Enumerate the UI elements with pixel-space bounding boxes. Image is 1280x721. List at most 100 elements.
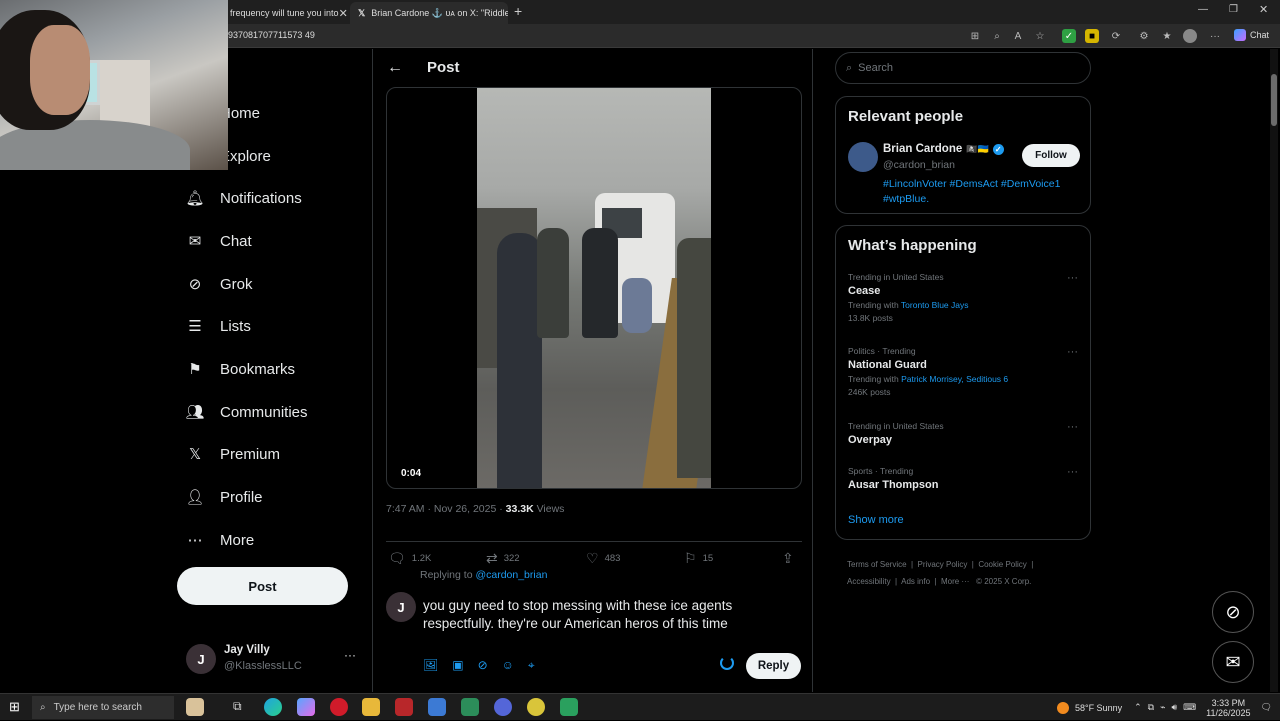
task-view-icon[interactable]: ⧉ <box>233 699 242 714</box>
profile-avatar-icon[interactable] <box>1183 29 1197 43</box>
nav-item-more[interactable]: ⋯ More <box>186 525 255 555</box>
nav-item-notifications[interactable]: 🔔︎ Notifications <box>185 183 301 213</box>
scrollbar-thumb[interactable] <box>1271 74 1277 126</box>
search-icon: ⌕ <box>846 61 853 74</box>
follow-button[interactable]: Follow <box>1022 144 1080 167</box>
person-bio[interactable]: #LincolnVoter #DemsAct #DemVoice1 #wtpBl… <box>883 177 1083 207</box>
show-more-link[interactable]: Show more <box>848 514 904 526</box>
x-icon: 𝕏 <box>188 446 202 463</box>
network-icon[interactable]: ⌁ <box>1160 702 1165 713</box>
post-button[interactable]: Post <box>177 567 348 605</box>
nav-item-grok[interactable]: ⊘ Grok <box>186 269 253 299</box>
video-frame <box>477 88 711 488</box>
more-dots-icon[interactable]: ··· <box>1067 346 1078 358</box>
browser-tab-active[interactable]: 𝕏 Brian Cardone ⚓ ᴜᴀ on X: "Riddle ✕ <box>350 2 508 24</box>
edge-app-icon[interactable] <box>264 698 282 716</box>
replying-to: Replying to @cardon_brian <box>420 569 548 581</box>
window-close-icon[interactable]: ✕ <box>1259 3 1268 16</box>
post-actions: 🗨︎ 1.2K ⇄ 322 ♡ 483 ⚐ 15 ⇪ <box>386 541 802 566</box>
meet-icon[interactable]: ⧉ <box>1148 702 1154 713</box>
trend-item[interactable]: Sports · Trending Ausar Thompson ··· <box>848 466 1078 491</box>
gif-icon[interactable]: ▣ <box>452 658 463 673</box>
repost-action[interactable]: ⇄ 322 <box>486 550 520 567</box>
bookmark-action[interactable]: ⚐ 15 <box>684 550 713 567</box>
weather-icon <box>1056 701 1069 714</box>
app-icon[interactable] <box>494 698 512 716</box>
taskbar-search-input[interactable]: ⌕ Type here to search <box>32 696 174 719</box>
extension-icon[interactable]: ■ <box>1085 29 1099 43</box>
search-input[interactable]: ⌕ Search <box>835 52 1091 84</box>
reply-textbox[interactable]: you guy need to stop messing with these … <box>423 597 793 633</box>
panel-title: Relevant people <box>848 108 964 125</box>
search-icon: ⌕ <box>40 702 46 713</box>
file-explorer-icon[interactable] <box>362 698 380 716</box>
opera-app-icon[interactable] <box>330 698 348 716</box>
avatar[interactable] <box>848 142 878 172</box>
weather-text[interactable]: 58°F Sunny <box>1075 703 1122 713</box>
copilot-app-icon[interactable] <box>297 698 315 716</box>
emoji-icon[interactable]: ☺ <box>502 658 514 673</box>
settings-more-icon[interactable]: ··· <box>1208 29 1222 43</box>
back-arrow-icon[interactable]: ← <box>387 59 403 77</box>
messages-float-button[interactable]: ✉ <box>1212 641 1254 683</box>
app-icon[interactable] <box>560 698 578 716</box>
read-aloud-icon[interactable]: A <box>1011 29 1025 43</box>
mail-icon: ✉ <box>1225 651 1241 672</box>
copilot-chat-button[interactable]: Chat <box>1234 29 1269 41</box>
app-icon[interactable] <box>428 698 446 716</box>
favorite-icon[interactable]: ☆ <box>1033 29 1047 43</box>
more-dots-icon[interactable]: ··· <box>1067 421 1078 433</box>
reply-action[interactable]: 🗨︎ 1.2K <box>388 550 431 567</box>
location-icon[interactable]: ⌖ <box>528 658 535 673</box>
trend-item[interactable]: Trending in United States Overpay ··· <box>848 421 1078 446</box>
trend-item[interactable]: Politics · Trending National Guard Trend… <box>848 346 1078 397</box>
windows-start-icon[interactable]: ⊞ <box>9 699 20 715</box>
grok-float-button[interactable]: ⊘ <box>1212 591 1254 633</box>
trend-item[interactable]: Trending in United States Cease Trending… <box>848 272 1078 323</box>
reply-button[interactable]: Reply <box>746 653 801 679</box>
verified-badge-icon: ✓ <box>992 143 1004 155</box>
grok-icon[interactable]: ⊘ <box>478 658 488 673</box>
grok-icon: ⊘ <box>1225 601 1241 622</box>
url-field[interactable]: 937081707711573 49 <box>228 30 315 40</box>
nav-item-chat[interactable]: ✉ Chat <box>186 226 252 256</box>
people-icon: 👥︎ <box>185 404 205 421</box>
nav-item-bookmarks[interactable]: ⚑ Bookmarks <box>186 354 295 384</box>
nav-item-communities[interactable]: 👥︎ Communities <box>185 397 307 427</box>
more-circle-icon: ⋯ <box>187 532 203 549</box>
extension-icon[interactable]: ✓ <box>1062 29 1076 43</box>
split-screen-icon[interactable]: ⊞ <box>968 29 982 43</box>
scrollbar[interactable] <box>1270 49 1278 692</box>
app-icon[interactable] <box>395 698 413 716</box>
account-switcher[interactable]: J Jay Villy @KlasslessLLC ··· <box>186 641 366 681</box>
chevron-up-icon[interactable]: ⌃ <box>1134 702 1142 713</box>
volume-icon[interactable]: 🔊︎ <box>1172 702 1178 713</box>
keyboard-icon[interactable]: ⌨ <box>1183 702 1196 713</box>
main-column: ← Post 0:04 7:47 AM · Nov 26, 2025 · 33.… <box>372 49 813 692</box>
minimize-icon[interactable]: — <box>1198 4 1208 15</box>
more-dots-icon[interactable]: ··· <box>1067 272 1078 284</box>
person-name-row[interactable]: Brian Cardone 🏴‍☠️🇺🇦 ✓ <box>883 143 1004 155</box>
app-icon[interactable] <box>527 698 545 716</box>
nav-item-premium[interactable]: 𝕏 Premium <box>186 439 280 469</box>
share-action[interactable]: ⇪ <box>782 550 794 567</box>
clock[interactable]: 3:33 PM 11/26/2025 <box>1206 698 1250 718</box>
maximize-icon[interactable]: ❐ <box>1229 4 1238 15</box>
browser-tab[interactable]: frequency will tune you into ✕ <box>222 2 350 24</box>
nav-item-profile[interactable]: 👤︎ Profile <box>185 482 262 512</box>
video-player[interactable]: 0:04 <box>386 87 802 489</box>
extension-icon[interactable]: ⟳ <box>1109 29 1123 43</box>
new-tab-icon[interactable]: + <box>514 3 522 19</box>
image-icon[interactable]: 🖼︎ <box>423 658 438 673</box>
extensions-icon[interactable]: ⚙ <box>1137 29 1151 43</box>
favorites-icon[interactable]: ★ <box>1160 29 1174 43</box>
nav-item-lists[interactable]: ☰ Lists <box>186 311 251 341</box>
cake-app-icon[interactable] <box>186 698 204 716</box>
replying-handle-link[interactable]: @cardon_brian <box>475 569 547 581</box>
notification-icon[interactable]: 🗨︎ <box>1261 702 1272 713</box>
close-tab-icon[interactable]: ✕ <box>339 7 348 20</box>
app-icon[interactable] <box>461 698 479 716</box>
like-action[interactable]: ♡ 483 <box>586 550 620 567</box>
more-dots-icon[interactable]: ··· <box>1067 466 1078 478</box>
zoom-icon[interactable]: ⌕ <box>990 29 1004 43</box>
